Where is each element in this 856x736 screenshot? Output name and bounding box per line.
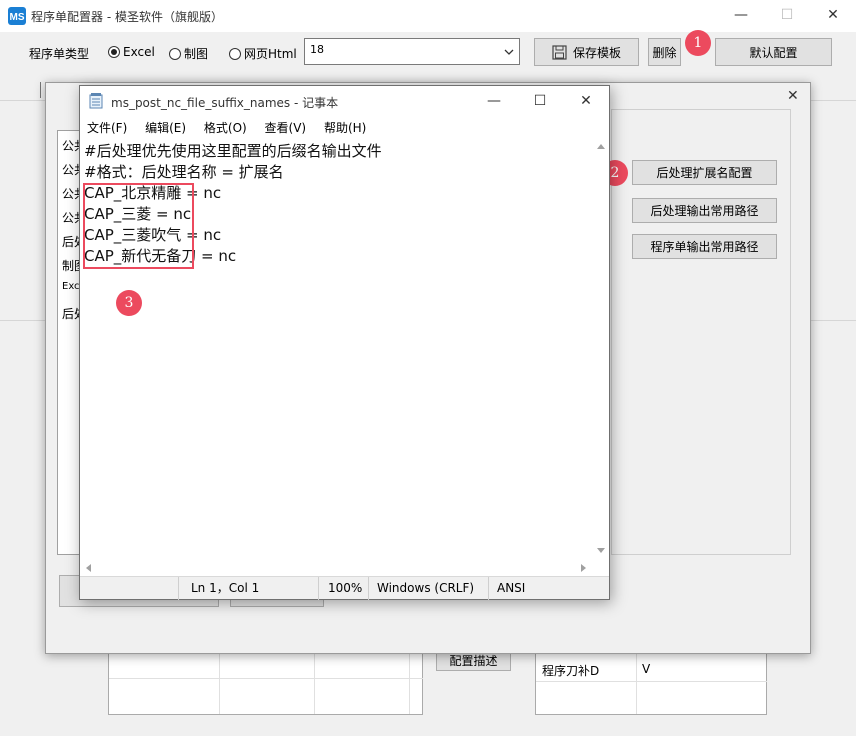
notepad-menu-bar: 文件(F) 编辑(E) 格式(O) 查看(V) 帮助(H): [80, 116, 609, 138]
dialog-close-icon[interactable]: ✕: [787, 88, 799, 104]
save-template-button[interactable]: 保存模板: [534, 38, 639, 66]
notepad-text-area[interactable]: #后处理优先使用这里配置的后缀名输出文件 #格式：后处理名称 = 扩展名 CAP…: [80, 138, 593, 560]
notepad-title-bar: ms_post_nc_file_suffix_names - 记事本 — ☐ ✕: [80, 86, 609, 116]
annotation-badge-1: 1: [685, 30, 711, 56]
program-output-path-button[interactable]: 程序单输出常用路径: [632, 234, 777, 259]
notepad-close-icon[interactable]: ✕: [563, 86, 609, 116]
text-line: #后处理优先使用这里配置的后缀名输出文件: [84, 142, 382, 160]
radio-drawing[interactable]: 制图: [169, 45, 208, 62]
menu-help[interactable]: 帮助(H): [324, 121, 366, 135]
radio-html[interactable]: 网页Html: [229, 45, 297, 62]
scroll-up-icon[interactable]: [597, 143, 605, 149]
scroll-left-icon[interactable]: [85, 564, 91, 572]
status-encoding: ANSI: [497, 581, 526, 595]
notepad-status-bar: Ln 1，Col 1 100% Windows (CRLF) ANSI: [80, 576, 609, 600]
program-type-label: 程序单类型: [29, 47, 90, 61]
notepad-window: ms_post_nc_file_suffix_names - 记事本 — ☐ ✕…: [79, 85, 610, 600]
annotation-badge-3: 3: [116, 290, 142, 316]
horizontal-scrollbar[interactable]: [80, 560, 593, 576]
grid-cell-value: V: [642, 662, 651, 676]
text-line: #格式：后处理名称 = 扩展名: [84, 163, 284, 181]
postfix-config-button[interactable]: 后处理扩展名配置: [632, 160, 777, 185]
radio-excel[interactable]: Excel: [108, 45, 155, 59]
chevron-down-icon: [504, 49, 514, 55]
scroll-down-icon[interactable]: [597, 548, 605, 554]
app-logo-icon: MS: [8, 7, 26, 25]
left-grid-panel[interactable]: [108, 654, 423, 715]
post-output-path-button[interactable]: 后处理输出常用路径: [632, 198, 777, 223]
minimize-icon[interactable]: —: [718, 0, 764, 30]
menu-file[interactable]: 文件(F): [87, 121, 127, 135]
window-title: 程序单配置器 - 模圣软件（旗舰版）: [31, 10, 223, 24]
close-icon[interactable]: ✕: [810, 0, 856, 30]
delete-button[interactable]: 删除: [648, 38, 681, 66]
highlight-box: [83, 183, 194, 269]
svg-text:MS: MS: [10, 12, 25, 23]
status-line-ending: Windows (CRLF): [377, 581, 475, 595]
notepad-title: ms_post_nc_file_suffix_names - 记事本: [111, 96, 339, 110]
template-select-value: 18: [310, 43, 324, 56]
notepad-icon: [89, 93, 103, 109]
default-config-button[interactable]: 默认配置: [715, 38, 832, 66]
notepad-minimize-icon[interactable]: —: [471, 86, 517, 116]
status-zoom: 100%: [328, 581, 363, 595]
right-grid-panel: 程序刀补D V: [535, 654, 767, 715]
main-title-bar: MS 程序单配置器 - 模圣软件（旗舰版） — ☐ ✕: [0, 0, 856, 32]
maximize-icon[interactable]: ☐: [764, 0, 810, 30]
menu-format[interactable]: 格式(O): [204, 121, 247, 135]
menu-edit[interactable]: 编辑(E): [145, 121, 186, 135]
vertical-scrollbar[interactable]: [593, 138, 609, 560]
template-select[interactable]: 18: [304, 38, 520, 65]
save-icon: [552, 44, 567, 60]
status-position: Ln 1，Col 1: [191, 581, 260, 595]
notepad-maximize-icon[interactable]: ☐: [517, 86, 563, 116]
menu-view[interactable]: 查看(V): [265, 121, 307, 135]
grid-cell-label: 程序刀补D: [542, 664, 600, 678]
scroll-right-icon[interactable]: [581, 564, 587, 572]
